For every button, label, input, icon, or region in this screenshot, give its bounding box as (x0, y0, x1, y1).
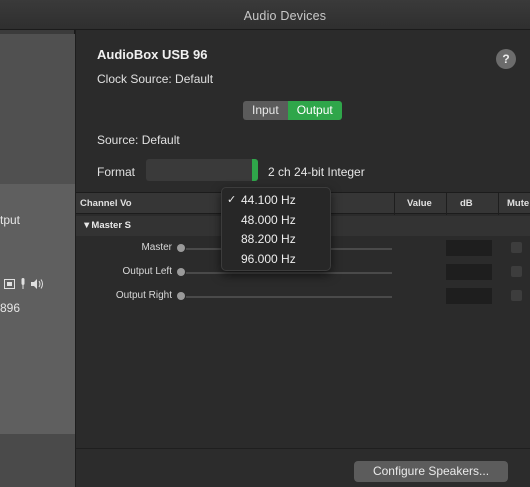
volume-slider-knob[interactable] (177, 244, 185, 252)
menu-item-sample-rate[interactable]: 96.000 Hz (222, 250, 330, 270)
sidebar-device-label: tput (0, 213, 21, 227)
volume-slider-track[interactable] (186, 295, 392, 298)
format-channels-popup[interactable]: 2 ch 24-bit Integer (268, 165, 365, 179)
mute-checkbox[interactable] (511, 266, 522, 277)
tab-output[interactable]: Output (287, 101, 342, 120)
column-divider (446, 193, 447, 215)
input-output-segmented-control[interactable]: Input Output (243, 101, 342, 120)
sidebar-footer (0, 434, 75, 487)
format-sample-rate-popup[interactable] (146, 159, 258, 181)
column-divider (394, 193, 395, 215)
menu-item-sample-rate[interactable]: 88.200 Hz (222, 230, 330, 250)
menu-item-label: 48.000 Hz (241, 212, 296, 227)
microphone-icon (19, 278, 27, 292)
column-header-value[interactable]: Value (407, 198, 432, 209)
device-sidebar[interactable]: tput 896 (0, 30, 75, 487)
channel-label: Output Right (115, 290, 172, 301)
column-header-db[interactable]: dB (460, 198, 473, 209)
menu-item-label: 88.200 Hz (241, 232, 296, 246)
checkmark-icon: ✓ (227, 194, 237, 206)
menu-item-sample-rate[interactable]: 48.000 Hz (222, 211, 330, 231)
volume-slider-knob[interactable] (177, 268, 185, 276)
channel-label: Master (141, 242, 172, 253)
volume-slider-track[interactable] (186, 271, 392, 274)
clock-source-label: Clock Source: Default (97, 72, 214, 86)
sidebar-device-subtitle: 896 (0, 301, 21, 315)
value-field (446, 288, 492, 304)
value-field (446, 240, 492, 256)
menu-item-sample-rate[interactable]: ✓ 44.100 Hz (222, 191, 330, 211)
group-disclosure-label[interactable]: ▼Master S (82, 220, 131, 231)
column-header-mute[interactable]: Mute (507, 198, 529, 209)
title-bar: Audio Devices (0, 0, 530, 30)
format-popup-accent (252, 159, 258, 181)
sample-rate-dropdown-menu[interactable]: ✓ 44.100 Hz 48.000 Hz 88.200 Hz 96.000 H… (221, 187, 331, 271)
mute-checkbox[interactable] (511, 242, 522, 253)
speaker-icon (31, 278, 44, 292)
tab-input[interactable]: Input (243, 101, 288, 120)
bottom-toolbar: Configure Speakers... (76, 448, 530, 487)
menu-item-label: 96.000 Hz (241, 251, 296, 266)
channel-label: Output Left (122, 266, 172, 277)
window-title: Audio Devices (243, 9, 327, 23)
configure-speakers-button[interactable]: Configure Speakers... (354, 461, 508, 482)
sidebar-device-item[interactable] (0, 34, 75, 184)
screen-icon (4, 278, 15, 292)
device-name: AudioBox USB 96 (97, 47, 208, 62)
value-field (446, 264, 492, 280)
format-label: Format (97, 165, 136, 179)
help-button[interactable]: ? (496, 49, 516, 69)
source-label: Source: Default (97, 133, 180, 147)
mute-checkbox[interactable] (511, 290, 522, 301)
menu-item-label: 44.100 Hz (241, 193, 296, 207)
volume-slider-knob[interactable] (177, 292, 185, 300)
table-row: Output Right (76, 286, 530, 306)
device-detail-pane: AudioBox USB 96 Clock Source: Default ? … (76, 30, 530, 487)
column-divider (498, 193, 499, 215)
column-header-channel[interactable]: Channel Vo (80, 198, 132, 209)
sidebar-device-icons (4, 278, 44, 292)
